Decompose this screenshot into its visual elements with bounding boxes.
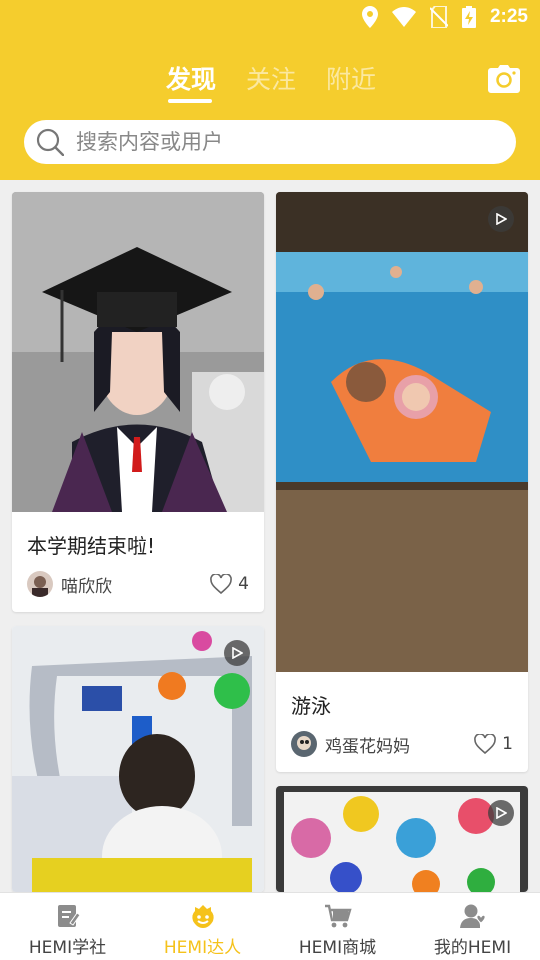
avatar[interactable]	[291, 731, 317, 757]
feed-card[interactable]	[276, 786, 528, 892]
card-image	[276, 192, 528, 672]
heart-icon	[210, 574, 233, 594]
heart-icon	[474, 734, 497, 754]
author-name[interactable]: 鸡蛋花妈妈	[325, 732, 474, 757]
nav-label: HEMI达人	[163, 938, 242, 958]
search-input[interactable]	[76, 130, 476, 154]
nav-my-hemi[interactable]: 我的HEMI	[405, 893, 540, 960]
feed-card[interactable]	[12, 626, 264, 892]
nav-label: HEMI学社	[28, 938, 107, 958]
notebook-icon	[57, 905, 81, 927]
play-icon[interactable]	[488, 206, 514, 232]
author-name[interactable]: 喵欣欣	[61, 572, 210, 597]
tab-discover[interactable]: 发现	[166, 60, 216, 96]
nav-label: HEMI商城	[298, 938, 377, 958]
card-meta: 鸡蛋花妈妈 1	[291, 731, 513, 757]
like-count: 1	[502, 734, 513, 754]
status-bar: 2:25	[0, 0, 540, 36]
user-icon	[459, 904, 486, 928]
battery-charging-icon	[461, 6, 476, 28]
no-sim-icon	[429, 6, 448, 28]
like-button[interactable]: 4	[210, 574, 249, 594]
bottom-nav: HEMI学社 HEMI达人 HEMI商城 我的HEMI	[0, 892, 540, 960]
play-icon[interactable]	[224, 640, 250, 666]
cart-icon	[324, 904, 352, 928]
card-image	[12, 626, 264, 892]
tab-nearby[interactable]: 附近	[326, 60, 376, 96]
nav-hemi-talent[interactable]: HEMI达人	[135, 893, 270, 960]
clock: 2:25	[489, 6, 528, 27]
avatar[interactable]	[27, 571, 53, 597]
smiley-icon	[191, 905, 214, 928]
card-meta: 喵欣欣 4	[27, 571, 249, 597]
card-image	[12, 192, 264, 512]
card-title: 游泳	[291, 694, 331, 718]
top-tabs: 发现 关注 附近	[0, 60, 540, 108]
active-tab-indicator	[168, 99, 212, 103]
camera-icon[interactable]	[488, 65, 520, 93]
header: 发现 关注 附近	[0, 36, 540, 180]
like-button[interactable]: 1	[474, 734, 513, 754]
card-title: 本学期结束啦!	[27, 534, 156, 558]
feed-card[interactable]: 游泳 鸡蛋花妈妈 1	[276, 192, 528, 772]
search-bar[interactable]	[24, 120, 516, 164]
play-icon[interactable]	[488, 800, 514, 826]
wifi-icon	[391, 7, 416, 27]
nav-hemi-academy[interactable]: HEMI学社	[0, 893, 135, 960]
like-count: 4	[238, 574, 249, 594]
location-icon	[361, 6, 378, 28]
search-icon	[36, 128, 64, 156]
nav-hemi-store[interactable]: HEMI商城	[270, 893, 405, 960]
nav-label: 我的HEMI	[433, 938, 512, 958]
tab-following[interactable]: 关注	[246, 60, 296, 96]
card-image	[276, 786, 528, 892]
feed-card[interactable]: 本学期结束啦! 喵欣欣 4	[12, 192, 264, 612]
